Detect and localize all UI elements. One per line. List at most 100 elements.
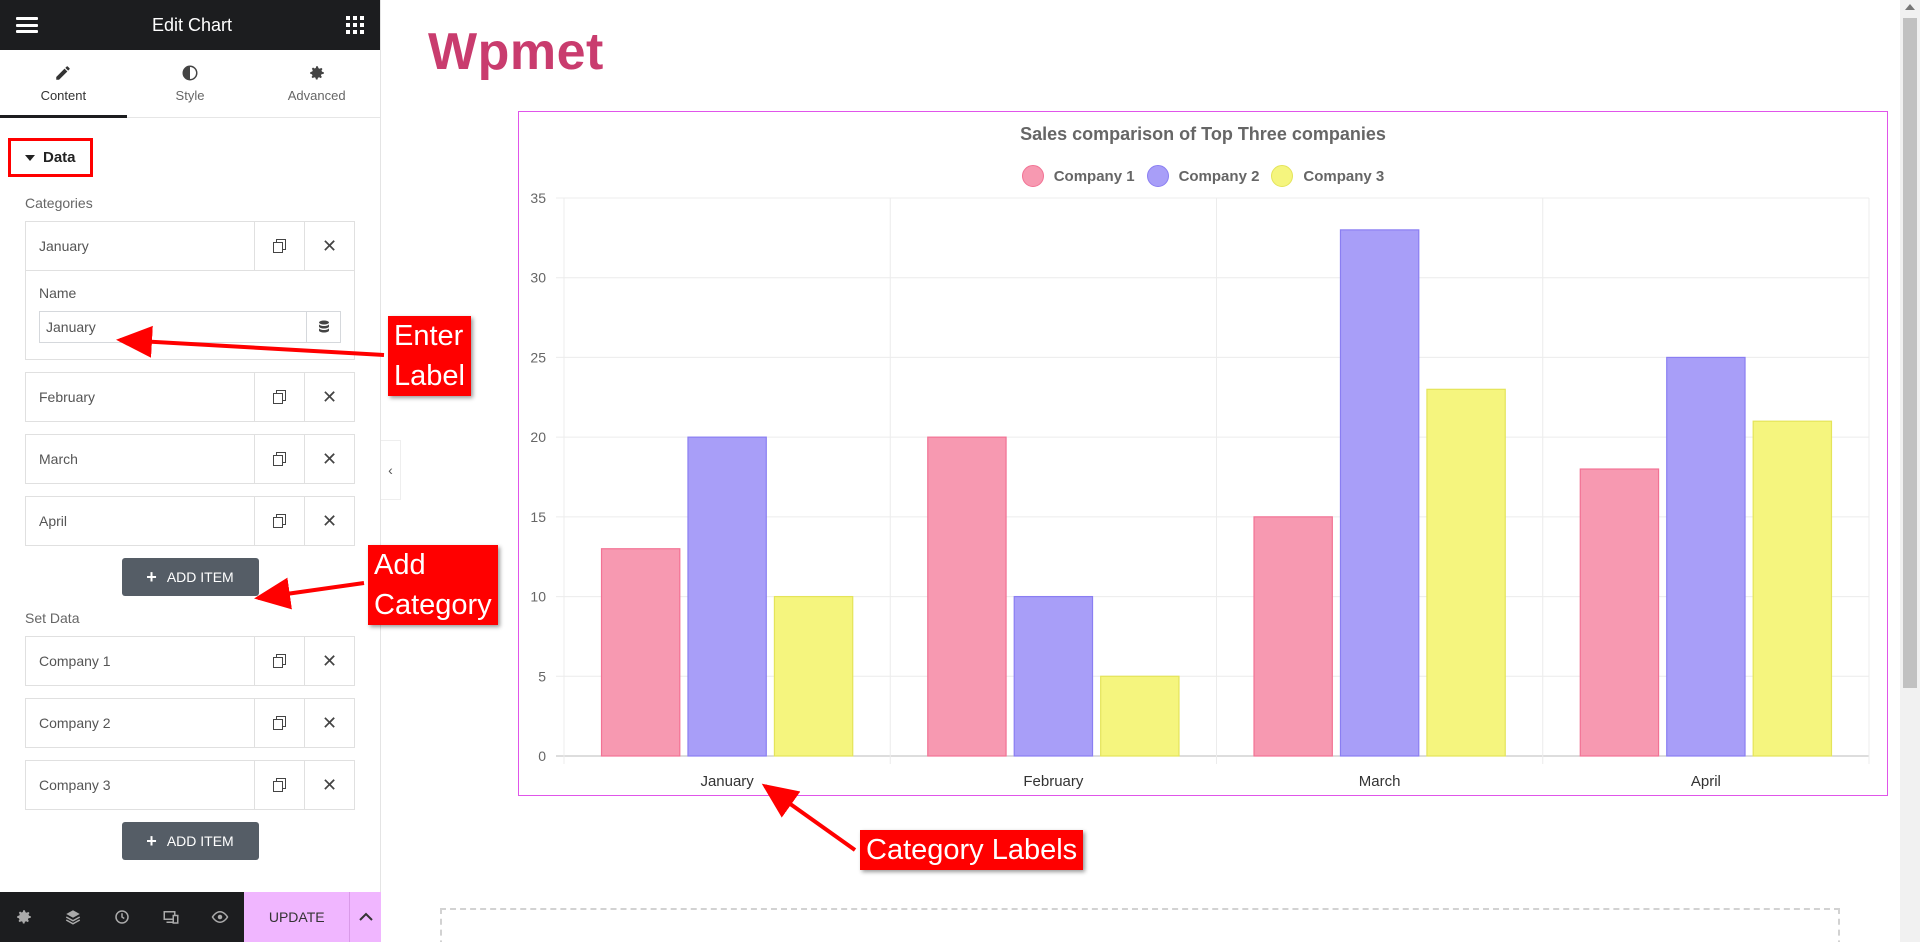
close-icon[interactable]: ✕ [304, 435, 354, 483]
category-item: February ✕ [25, 372, 355, 422]
bar[interactable] [1752, 420, 1833, 757]
editor-panel: Edit Chart Content Style Advanced Data C… [0, 0, 382, 942]
chevron-up-icon[interactable] [349, 892, 382, 942]
name-label: Name [39, 285, 77, 301]
bar[interactable] [927, 436, 1007, 757]
duplicate-icon[interactable] [254, 699, 304, 747]
data-section-title: Data [43, 149, 76, 166]
category-item-title[interactable]: April [26, 497, 254, 545]
editor-title: Edit Chart [151, 14, 233, 35]
annotation-category-labels: Category Labels [860, 830, 1084, 870]
category-item-editor: Name [26, 270, 354, 359]
add-dataset-button[interactable]: + ADD ITEM [121, 822, 259, 860]
y-tick-label: 20 [530, 429, 546, 445]
tab-content-label: Content [40, 88, 87, 103]
bar[interactable] [773, 595, 854, 757]
plus-icon: + [146, 830, 157, 851]
x-tick-label: April [1691, 773, 1721, 790]
category-name-input[interactable] [40, 312, 306, 342]
caret-down-icon [25, 154, 35, 161]
menu-icon[interactable] [16, 17, 38, 33]
dataset-item-title[interactable]: Company 3 [26, 761, 254, 809]
annotation-text: Category [374, 589, 492, 621]
update-button[interactable]: UPDATE [244, 892, 350, 942]
duplicate-icon[interactable] [254, 637, 304, 685]
scroll-up-icon[interactable] [1905, 4, 1915, 10]
close-icon[interactable]: ✕ [304, 497, 354, 545]
duplicate-icon[interactable] [254, 435, 304, 483]
add-section-dropzone[interactable] [440, 908, 1840, 942]
responsive-icon[interactable] [147, 892, 196, 942]
annotation-text: Enter [394, 320, 464, 352]
annotation-add-category: Add Category [368, 545, 498, 625]
duplicate-icon[interactable] [254, 497, 304, 545]
tab-style[interactable]: Style [127, 50, 254, 117]
preview-eye-icon[interactable] [196, 892, 245, 942]
y-tick-label: 30 [530, 270, 546, 286]
bar[interactable] [1253, 516, 1333, 757]
bar[interactable] [1013, 595, 1094, 757]
history-icon[interactable] [98, 892, 147, 942]
scrollbar-thumb[interactable] [1903, 18, 1917, 688]
category-item: March ✕ [25, 434, 355, 484]
tab-style-label: Style [175, 88, 205, 103]
duplicate-icon[interactable] [254, 222, 304, 270]
x-tick-label: March [1359, 773, 1401, 790]
close-icon[interactable]: ✕ [304, 699, 354, 747]
editor-footer: UPDATE [0, 892, 382, 942]
close-icon[interactable]: ✕ [304, 637, 354, 685]
annotation-text: Add [374, 549, 426, 581]
x-tick-label: February [1023, 773, 1084, 790]
category-item-title[interactable]: March [26, 435, 254, 483]
editor-topbar: Edit Chart [0, 0, 380, 50]
dataset-item-title[interactable]: Company 2 [26, 699, 254, 747]
bar[interactable] [600, 548, 681, 757]
category-item: April ✕ [25, 496, 355, 546]
dataset-item: Company 3 ✕ [25, 760, 355, 810]
annotation-enter-label: Enter Label [388, 316, 471, 396]
bar[interactable] [1100, 675, 1180, 757]
duplicate-icon[interactable] [254, 373, 304, 421]
y-tick-label: 0 [538, 748, 546, 764]
widgets-grid-icon[interactable] [345, 16, 364, 34]
dataset-item: Company 1 ✕ [25, 636, 355, 686]
page-scrollbar[interactable] [1900, 0, 1920, 942]
close-icon[interactable]: ✕ [304, 222, 354, 270]
tab-content[interactable]: Content [0, 50, 127, 118]
data-section: Data Categories January ✕ Name January F… [0, 118, 380, 860]
gear-icon [309, 66, 324, 80]
duplicate-icon[interactable] [254, 761, 304, 809]
bar[interactable] [1339, 229, 1420, 757]
x-tick-label: January [700, 773, 754, 790]
layers-icon[interactable] [49, 892, 98, 942]
y-tick-label: 15 [530, 509, 546, 525]
pencil-icon [56, 66, 71, 80]
category-item-title[interactable]: February [26, 373, 254, 421]
y-tick-label: 10 [530, 589, 546, 605]
bar-chart: 0 5 10 15 20 25 30 35 January February March April [530, 190, 1870, 790]
close-icon[interactable]: ✕ [304, 761, 354, 809]
y-tick-label: 35 [530, 190, 546, 206]
chart-widget[interactable]: Sales comparison of Top Three companies … [518, 111, 1888, 796]
dataset-item: Company 2 ✕ [25, 698, 355, 748]
data-section-toggle[interactable]: Data [8, 138, 93, 177]
editor-tabs: Content Style Advanced [0, 50, 380, 118]
dataset-item-title[interactable]: Company 1 [26, 637, 254, 685]
category-name-field [39, 311, 341, 343]
dynamic-tags-icon[interactable] [306, 312, 340, 342]
tab-advanced[interactable]: Advanced [253, 50, 380, 117]
bar[interactable] [1579, 468, 1660, 757]
tab-advanced-label: Advanced [287, 88, 346, 103]
collapse-panel-button[interactable]: ‹ [381, 440, 401, 500]
annotation-text: Label [394, 360, 465, 392]
add-category-button[interactable]: + ADD ITEM [121, 558, 259, 596]
categories-label: Categories [25, 195, 93, 211]
bar[interactable] [1426, 388, 1506, 757]
y-tick-label: 5 [538, 668, 546, 684]
close-icon[interactable]: ✕ [304, 373, 354, 421]
annotation-text: Category Labels [866, 834, 1078, 866]
settings-icon[interactable] [0, 892, 49, 942]
bar[interactable] [1666, 356, 1746, 757]
category-item-title[interactable]: January [26, 222, 254, 270]
bar[interactable] [687, 436, 767, 757]
